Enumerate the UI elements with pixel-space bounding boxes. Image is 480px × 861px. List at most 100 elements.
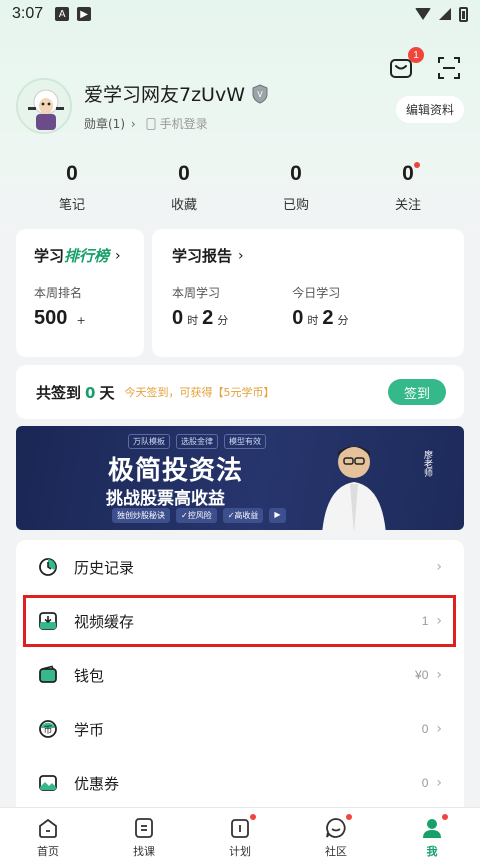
leaderboard-card[interactable]: 学习 排行榜 › 本周排名 500 + [16,229,144,357]
menu-value: ¥0 [415,668,429,682]
chevron-right-icon: › [436,775,442,791]
menu-item-wallet[interactable]: 钱包 ¥0 › [16,648,464,702]
nav-courses[interactable]: 找课 [96,808,192,861]
stats-row: 0 笔记 0 收藏 0 已购 0 关注 [16,162,464,213]
menu-label: 学币 [74,720,105,739]
profile-header: 爱学习网友7zUvW V 勋章(1) › 手机登录 [16,78,269,134]
plan-icon [231,819,249,838]
week-hours: 0 [172,307,184,329]
nav-home[interactable]: 首页 [0,808,96,861]
menu-label: 历史记录 [74,558,135,577]
study-report-card[interactable]: 学习报告 › 本周学习 0时2分 今日学习 0时2分 [152,229,464,357]
wifi-icon [415,8,431,20]
plan-dot [250,814,256,820]
menu-item-coupons[interactable]: 优惠券 0 › [16,756,464,810]
bottom-nav: 首页 找课 计划 社区 我 [0,807,480,861]
today-hours: 0 [292,307,304,329]
menu-value: 0 [421,722,429,736]
banner-pill: ✓控风险 [176,508,217,523]
svg-text:币: 币 [43,725,52,736]
signin-card: 共签到 0 天 今天签到，可获得【5元学币】 签到 [16,365,464,419]
menu-item-coins[interactable]: 币 学币 0 › [16,702,464,756]
stat-value: 0 [66,162,78,185]
banner-tag: 万队模板 [128,434,170,449]
signin-days: 0 [85,383,96,402]
leaderboard-title-accent: 排行榜 [64,247,110,265]
banner-subtitle: 挑战股票高收益 [106,489,225,509]
presenter-name: 廖老师 [422,450,432,477]
today-minutes: 2 [322,307,334,329]
study-report-title: 学习报告 [172,247,233,265]
vip-shield-icon[interactable]: V [251,83,269,104]
history-icon [39,558,57,576]
message-badge: 1 [408,47,424,63]
stat-value: 0 [402,162,414,185]
chevron-right-icon: › [238,247,244,264]
stat-label: 已购 [282,198,309,213]
stat-label: 笔记 [58,198,85,213]
weekly-rank-label: 本周排名 [34,286,83,300]
stat-favorites[interactable]: 0 收藏 [128,162,240,213]
course-icon [135,818,153,838]
signin-button[interactable]: 签到 [388,379,446,405]
nav-label: 社区 [325,845,347,858]
battery-icon [459,6,468,22]
minute-unit: 分 [337,314,349,327]
notification-play-icon: ▶ [77,7,92,21]
coin-icon: 币 [39,720,57,738]
home-icon [39,818,57,838]
nav-plan[interactable]: 计划 [192,808,288,861]
nav-label: 首页 [37,845,59,858]
banner-tag: 选股金律 [176,434,218,449]
me-dot [442,814,448,820]
banner-title: 极简投资法 [108,456,244,486]
presenter-image [322,446,386,530]
week-minutes: 2 [202,307,214,329]
menu-value: 0 [421,776,429,790]
signin-prefix: 共签到 [36,383,82,402]
chevron-right-icon: › [115,247,121,264]
banner-pill: ✓高收益 [222,508,264,523]
edit-profile-button[interactable]: 编辑资料 [395,96,464,123]
highlight-box [23,595,456,647]
promo-banner[interactable]: 万队模板 选股金律 模型有效 极简投资法 挑战股票高收益 独创炒股秘诀 ✓控风险… [16,426,464,530]
stat-label: 收藏 [170,198,197,213]
menu-label: 优惠券 [74,774,120,793]
message-button[interactable]: 1 [388,47,424,81]
nav-label: 找课 [133,845,155,858]
wallet-icon [39,665,57,683]
nav-me[interactable]: 我 [384,808,480,861]
stat-notes[interactable]: 0 笔记 [16,162,128,213]
avatar[interactable] [16,78,72,134]
banner-tag: 模型有效 [224,434,266,449]
banner-play-icon: ▶ [269,508,286,523]
stat-value: 0 [290,162,302,185]
stat-purchased[interactable]: 0 已购 [240,162,352,213]
chevron-right-icon: › [436,559,442,575]
new-follow-dot [414,162,420,168]
nav-community[interactable]: 社区 [288,808,384,861]
banner-pill: 独创炒股秘诀 [112,508,170,523]
coupon-icon [39,775,57,791]
community-dot [346,814,352,820]
status-bar: 3:07 A ▶ [0,0,480,28]
phone-icon [146,117,156,130]
chevron-right-icon: › [436,721,442,737]
weekly-rank-value: 500 [34,307,68,329]
menu-item-history[interactable]: 历史记录 › [16,540,464,594]
stat-following[interactable]: 0 关注 [352,162,464,213]
signal-icon [439,8,451,20]
profile-icon [423,819,441,838]
chevron-right-icon: › [436,667,442,683]
scan-icon [438,57,460,79]
week-study-label: 本周学习 [172,286,221,300]
today-study-label: 今日学习 [292,286,341,300]
minute-unit: 分 [217,314,229,327]
nav-label: 我 [426,845,438,858]
login-method-label: 手机登录 [159,117,208,131]
scan-button[interactable] [436,55,462,81]
signin-suffix: 天 [99,383,115,402]
notification-a-icon: A [55,7,70,21]
medals-link[interactable]: 勋章(1) › [84,115,136,132]
leaderboard-title-prefix: 学习 [34,247,65,265]
